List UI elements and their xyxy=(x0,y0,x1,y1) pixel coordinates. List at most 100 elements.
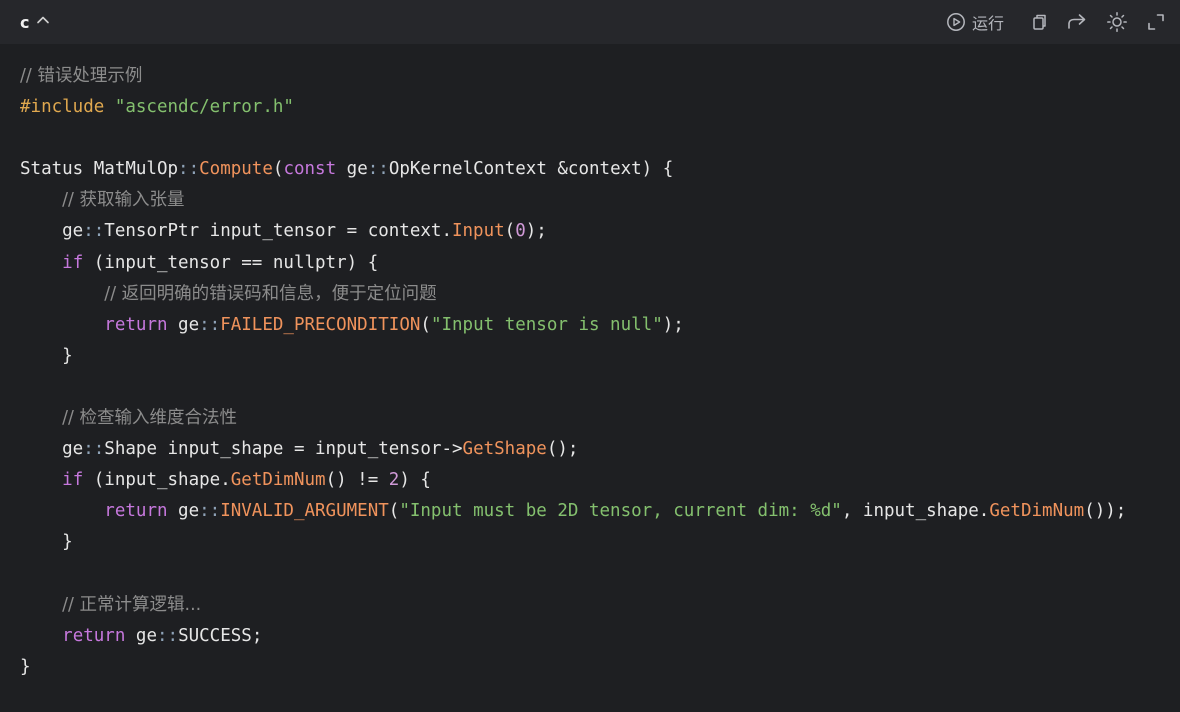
code-block: c 运行 // 错误处理示例 #include "ascendc/error.h… xyxy=(0,0,1180,712)
code-token-plain: ge xyxy=(167,314,200,335)
code-line: ge::TensorPtr input_tensor = context.Inp… xyxy=(20,216,1160,247)
chevron-up-icon[interactable] xyxy=(35,12,51,32)
code-token-func: GetDimNum xyxy=(230,470,326,491)
code-token-keyword: if xyxy=(62,252,84,273)
play-circle-icon xyxy=(946,12,966,32)
code-token-comment: // 获取输入张量 xyxy=(62,190,185,211)
code-token-plain: ); xyxy=(525,221,547,242)
sun-icon xyxy=(1106,11,1128,33)
code-line: #include "ascendc/error.h" xyxy=(20,92,1160,123)
code-token-func: FAILED_PRECONDITION xyxy=(220,314,421,335)
run-label: 运行 xyxy=(971,14,1004,33)
code-token-plain: Shape input_shape = input_tensor-> xyxy=(104,439,463,460)
code-toolbar: 运行 xyxy=(946,10,1166,34)
code-line: // 返回明确的错误码和信息，便于定位问题 xyxy=(20,279,1160,310)
run-button[interactable]: 运行 xyxy=(946,10,1004,34)
code-token-comment: // 检查输入维度合法性 xyxy=(62,408,238,429)
code-token-plain: ge xyxy=(167,501,200,522)
code-line: // 获取输入张量 xyxy=(20,185,1160,216)
code-token-plain: (input_shape. xyxy=(83,470,231,491)
code-token-keyword: return xyxy=(62,625,126,646)
code-token-plain: } xyxy=(20,532,73,553)
code-line: } xyxy=(20,652,1160,683)
code-block-header: c 运行 xyxy=(0,0,1180,44)
code-token-plain: (input_tensor == nullptr) { xyxy=(83,252,379,273)
code-token-plain: } xyxy=(20,656,31,677)
code-token-comment: // 正常计算逻辑... xyxy=(62,594,202,615)
code-token-plain: SUCCESS; xyxy=(178,625,263,646)
code-line: return ge::INVALID_ARGUMENT("Input must … xyxy=(20,496,1160,527)
code-token-plain: OpKernelContext &context) { xyxy=(388,159,674,180)
code-token-op: :: xyxy=(367,159,389,180)
code-token-plain: ge xyxy=(336,159,368,180)
code-token-string: "Input must be 2D tensor, current dim: %… xyxy=(399,501,842,522)
code-token-op: :: xyxy=(156,625,179,646)
code-token-string: "Input tensor is null" xyxy=(430,314,663,335)
code-token-string: "ascendc/error.h" xyxy=(114,97,294,118)
code-token-plain: ( xyxy=(272,159,284,180)
code-line: Status MatMulOp::Compute(const ge::OpKer… xyxy=(20,154,1160,185)
code-token-plain: ge xyxy=(20,439,84,460)
code-token-number: 0 xyxy=(515,221,526,242)
code-token-plain: ( xyxy=(388,501,400,522)
fullscreen-button[interactable] xyxy=(1146,12,1166,32)
code-line: if (input_tensor == nullptr) { xyxy=(20,248,1160,279)
code-line: // 错误处理示例 xyxy=(20,61,1160,92)
code-token-keyword: if xyxy=(62,470,84,491)
code-token-plain: TensorPtr input_tensor = context. xyxy=(104,221,452,242)
code-token-func: INVALID_ARGUMENT xyxy=(220,501,389,522)
code-token-plain: ); xyxy=(662,314,684,335)
code-token-number: 2 xyxy=(388,470,400,491)
code-token-op: :: xyxy=(178,159,200,180)
share-button[interactable] xyxy=(1066,12,1088,32)
code-area[interactable]: // 错误处理示例 #include "ascendc/error.h" Stat… xyxy=(0,44,1180,683)
code-token-plain: ()); xyxy=(1084,501,1127,522)
language-label: c xyxy=(20,12,30,32)
code-token-plain: } xyxy=(20,345,73,366)
code-token-plain: ge xyxy=(125,625,157,646)
language-toggle[interactable]: c xyxy=(20,12,51,32)
copy-icon xyxy=(1028,12,1048,32)
expand-icon xyxy=(1146,12,1166,32)
code-line: if (input_shape.GetDimNum() != 2) { xyxy=(20,465,1160,496)
code-token-func: GetShape xyxy=(462,439,547,460)
code-token-pre: #include xyxy=(20,97,115,118)
code-token-op: :: xyxy=(83,221,105,242)
code-token-func: Compute xyxy=(199,159,273,180)
code-token-comment: // 错误处理示例 xyxy=(20,66,143,86)
code-token-plain: Status MatMulOp xyxy=(20,159,179,180)
code-token-keyword: return xyxy=(104,501,168,522)
code-token-plain: (); xyxy=(546,439,579,460)
code-token-op: :: xyxy=(83,439,105,460)
code-token-plain: ( xyxy=(420,314,431,335)
code-line: return ge::FAILED_PRECONDITION("Input te… xyxy=(20,310,1160,341)
code-line: return ge::SUCCESS; xyxy=(20,621,1160,652)
code-line: // 检查输入维度合法性 xyxy=(20,403,1160,434)
code-token-keyword: const xyxy=(283,159,337,180)
copy-button[interactable] xyxy=(1028,12,1048,32)
code-token-keyword: return xyxy=(104,314,168,335)
code-token-comment: // 返回明确的错误码和信息，便于定位问题 xyxy=(104,283,437,304)
code-token-op: :: xyxy=(199,314,221,335)
theme-toggle-button[interactable] xyxy=(1106,11,1128,33)
code-line: } xyxy=(20,341,1160,372)
code-token-plain: ( xyxy=(504,221,516,242)
code-token-plain: , input_shape. xyxy=(841,501,990,522)
code-token-op: :: xyxy=(199,501,221,522)
code-token-func: GetDimNum xyxy=(989,501,1085,522)
code-line: ge::Shape input_shape = input_tensor->Ge… xyxy=(20,434,1160,465)
code-line: } xyxy=(20,527,1160,558)
code-token-plain: ) { xyxy=(399,470,431,491)
